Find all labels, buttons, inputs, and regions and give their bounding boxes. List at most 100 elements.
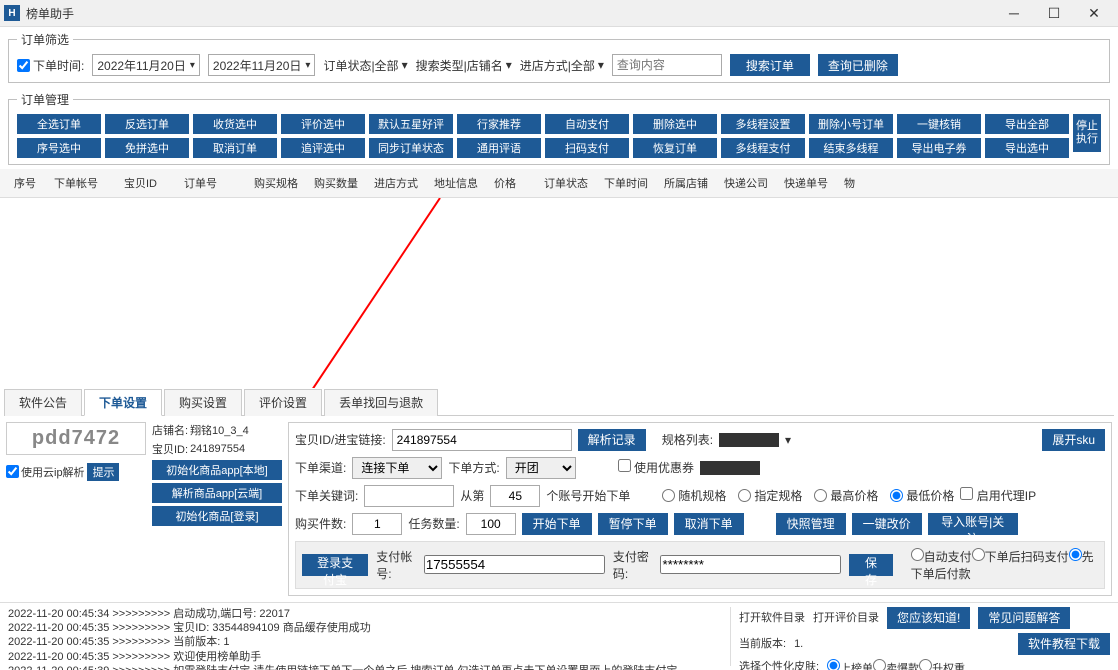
expand-sku-button[interactable]: 展开sku bbox=[1042, 429, 1105, 451]
manage-button[interactable]: 默认五星好评 bbox=[369, 114, 453, 134]
column-header[interactable]: 物 bbox=[838, 173, 868, 193]
coupon-field[interactable] bbox=[700, 461, 760, 475]
item-link-input[interactable] bbox=[392, 429, 572, 451]
tab[interactable]: 软件公告 bbox=[4, 389, 82, 416]
tab[interactable]: 评价设置 bbox=[244, 389, 322, 416]
tab[interactable]: 下单设置 bbox=[84, 389, 162, 416]
pause-order-button[interactable]: 暂停下单 bbox=[598, 513, 668, 535]
column-header[interactable]: 进店方式 bbox=[368, 173, 428, 193]
column-header[interactable]: 所属店铺 bbox=[658, 173, 718, 193]
import-account-button[interactable]: 导入账号|关注 bbox=[928, 513, 1018, 535]
manage-button[interactable]: 删除小号订单 bbox=[809, 114, 893, 134]
column-header[interactable]: 宝贝ID bbox=[118, 173, 178, 193]
date-from[interactable]: 2022年11月20日 ▾ bbox=[92, 54, 200, 76]
column-header[interactable]: 快递单号 bbox=[778, 173, 838, 193]
maximize-button[interactable]: ☐ bbox=[1034, 1, 1074, 25]
manage-button[interactable]: 收货选中 bbox=[193, 114, 277, 134]
open-software-dir-link[interactable]: 打开软件目录 bbox=[739, 611, 805, 625]
tab[interactable]: 购买设置 bbox=[164, 389, 242, 416]
cancel-order-button[interactable]: 取消下单 bbox=[674, 513, 744, 535]
column-header[interactable]: 价格 bbox=[488, 173, 538, 193]
stop-execute-button[interactable]: 停止执行 bbox=[1073, 114, 1101, 152]
method-select[interactable]: 开团 bbox=[506, 457, 576, 479]
pay-radio[interactable]: 下单后扫码支付 bbox=[972, 550, 1069, 564]
tab[interactable]: 丢单找回与退款 bbox=[324, 389, 438, 416]
keyword-input[interactable] bbox=[364, 485, 454, 507]
alipay-account-input[interactable] bbox=[424, 555, 605, 574]
spec-list-field[interactable] bbox=[719, 433, 779, 447]
order-status-dropdown[interactable]: 订单状态|全部 ▾ bbox=[323, 57, 407, 74]
manage-button[interactable]: 多线程设置 bbox=[721, 114, 805, 134]
date-to[interactable]: 2022年11月20日 ▾ bbox=[208, 54, 316, 76]
coupon-checkbox[interactable] bbox=[618, 459, 631, 472]
manage-button[interactable]: 免拼选中 bbox=[105, 138, 189, 158]
column-header[interactable]: 快递公司 bbox=[718, 173, 778, 193]
column-header[interactable]: 地址信息 bbox=[428, 173, 488, 193]
manage-button[interactable]: 取消订单 bbox=[193, 138, 277, 158]
spec-radio[interactable]: 随机规格 bbox=[662, 487, 726, 504]
channel-select[interactable]: 连接下单 bbox=[352, 457, 442, 479]
change-price-button[interactable]: 一键改价 bbox=[852, 513, 922, 535]
manage-button[interactable]: 反选订单 bbox=[105, 114, 189, 134]
proxy-checkbox-label[interactable]: 启用代理IP bbox=[960, 487, 1036, 504]
manage-button[interactable]: 追评选中 bbox=[281, 138, 365, 158]
time-checkbox-label[interactable]: 下单时间: bbox=[17, 57, 84, 74]
open-eval-dir-link[interactable]: 打开评价目录 bbox=[813, 611, 879, 625]
minimize-button[interactable]: ─ bbox=[994, 1, 1034, 25]
skin-radio[interactable]: 升权重 bbox=[919, 663, 965, 670]
spec-radio[interactable]: 最高价格 bbox=[814, 487, 878, 504]
coupon-checkbox-label[interactable]: 使用优惠券 bbox=[618, 459, 694, 476]
search-input[interactable] bbox=[612, 54, 722, 76]
search-order-button[interactable]: 搜索订单 bbox=[730, 54, 810, 76]
column-header[interactable]: 序号 bbox=[8, 173, 48, 193]
init-login-button[interactable]: 初始化商品[登录] bbox=[152, 506, 282, 526]
faq-button[interactable]: 常见问题解答 bbox=[978, 607, 1070, 629]
manage-button[interactable]: 序号选中 bbox=[17, 138, 101, 158]
manage-button[interactable]: 结束多线程 bbox=[809, 138, 893, 158]
manage-button[interactable]: 导出全部 bbox=[985, 114, 1069, 134]
manage-button[interactable]: 导出电子券 bbox=[897, 138, 981, 158]
you-should-know-button[interactable]: 您应该知道! bbox=[887, 607, 970, 629]
parse-cloud-button[interactable]: 解析商品app[云端] bbox=[152, 483, 282, 503]
spec-radio[interactable]: 指定规格 bbox=[738, 487, 802, 504]
enter-method-dropdown[interactable]: 进店方式|全部 ▾ bbox=[520, 57, 604, 74]
column-header[interactable]: 订单号 bbox=[178, 173, 248, 193]
manage-button[interactable]: 一键核销 bbox=[897, 114, 981, 134]
proxy-checkbox[interactable] bbox=[960, 487, 973, 500]
manage-button[interactable]: 删除选中 bbox=[633, 114, 717, 134]
manage-button[interactable]: 扫码支付 bbox=[545, 138, 629, 158]
login-alipay-button[interactable]: 登录支付宝 bbox=[302, 554, 368, 576]
manage-button[interactable]: 恢复订单 bbox=[633, 138, 717, 158]
column-header[interactable]: 订单状态 bbox=[538, 173, 598, 193]
manage-button[interactable]: 同步订单状态 bbox=[369, 138, 453, 158]
column-header[interactable]: 下单帐号 bbox=[48, 173, 118, 193]
manage-button[interactable]: 通用评语 bbox=[457, 138, 541, 158]
skin-radio[interactable]: 上榜单 bbox=[827, 663, 873, 670]
column-header[interactable]: 购买规格 bbox=[248, 173, 308, 193]
save-button[interactable]: 保存 bbox=[849, 554, 892, 576]
from-index-input[interactable] bbox=[490, 485, 540, 507]
spec-radio[interactable]: 最低价格 bbox=[890, 487, 954, 504]
skin-radio[interactable]: 卖爆款 bbox=[873, 663, 919, 670]
alipay-password-input[interactable] bbox=[660, 555, 841, 574]
column-header[interactable]: 下单时间 bbox=[598, 173, 658, 193]
cloud-ip-checkbox[interactable] bbox=[6, 465, 19, 478]
snapshot-button[interactable]: 快照管理 bbox=[776, 513, 846, 535]
tutorial-download-button[interactable]: 软件教程下载 bbox=[1018, 633, 1110, 655]
manage-button[interactable]: 导出选中 bbox=[985, 138, 1069, 158]
hint-button[interactable]: 提示 bbox=[87, 463, 119, 481]
manage-button[interactable]: 自动支付 bbox=[545, 114, 629, 134]
manage-button[interactable]: 多线程支付 bbox=[721, 138, 805, 158]
table-body[interactable] bbox=[0, 198, 1118, 387]
init-local-button[interactable]: 初始化商品app[本地] bbox=[152, 460, 282, 480]
qty-input[interactable] bbox=[352, 513, 402, 535]
close-button[interactable]: ✕ bbox=[1074, 1, 1114, 25]
column-header[interactable]: 购买数量 bbox=[308, 173, 368, 193]
manage-button[interactable]: 全选订单 bbox=[17, 114, 101, 134]
search-type-dropdown[interactable]: 搜索类型|店铺名 ▾ bbox=[416, 57, 512, 74]
manage-button[interactable]: 评价选中 bbox=[281, 114, 365, 134]
manage-button[interactable]: 行家推荐 bbox=[457, 114, 541, 134]
query-deleted-button[interactable]: 查询已删除 bbox=[818, 54, 898, 76]
parse-record-button[interactable]: 解析记录 bbox=[578, 429, 646, 451]
task-input[interactable] bbox=[466, 513, 516, 535]
